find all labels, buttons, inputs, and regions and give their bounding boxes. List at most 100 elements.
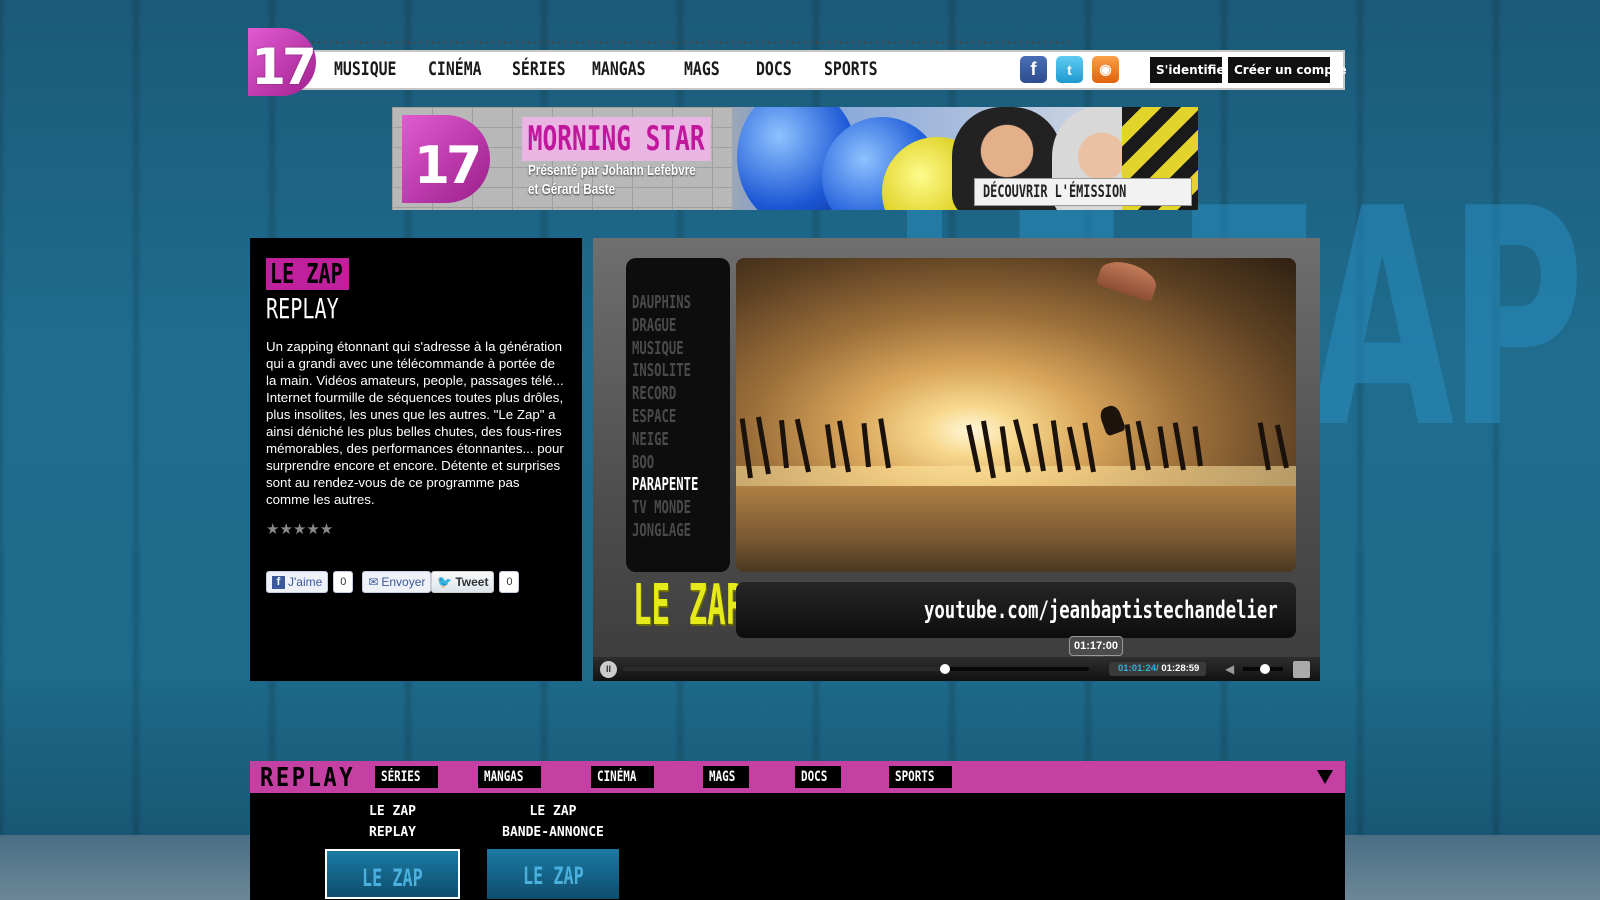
share-buttons: f J'aime 0 ✉ Envoyer 🐦 Tweet 0	[266, 571, 520, 593]
banner-logo: 17	[402, 115, 490, 203]
banner-discover-button[interactable]: DÉCOUVRIR L'ÉMISSION	[974, 178, 1192, 206]
like-count: 0	[333, 571, 354, 593]
nav-item-musique[interactable]: MUSIQUE	[334, 56, 407, 82]
volume-icon[interactable]: ◀	[1225, 662, 1234, 676]
twitter-bird-icon: 🐦	[437, 575, 453, 589]
replay-card-thumbnail: LE ZAP	[487, 849, 619, 899]
replay-tab-label: CINÉMA	[597, 769, 637, 785]
header-dotted-line	[310, 41, 1070, 44]
replay-tab-series[interactable]: SÉRIES	[375, 766, 438, 788]
volume-slider[interactable]	[1243, 664, 1283, 674]
menu-item-parapente[interactable]: PARAPENTE	[632, 474, 699, 497]
menu-item-dauphins[interactable]: DAUPHINS	[632, 292, 699, 315]
seek-tooltip: 01:17:00	[1069, 636, 1124, 661]
banner-title: MORNING STAR	[522, 117, 711, 161]
time-display: 01:01:24/ 01:28:59	[1109, 662, 1206, 676]
menu-item-espace[interactable]: ESPACE	[632, 406, 699, 429]
show-title-text: LE ZAP	[270, 257, 343, 290]
replay-card[interactable]: LE ZAP REPLAY LE ZAP	[325, 801, 460, 899]
video-beach-post	[794, 418, 811, 473]
replay-card-title: LE ZAP	[369, 804, 416, 819]
thumbnail-text: LE ZAP	[522, 862, 584, 890]
seek-bar[interactable]	[623, 664, 1089, 674]
video-sand	[736, 486, 1296, 572]
video-beach-post	[1082, 422, 1096, 473]
nav-item-sports[interactable]: SPORTS	[824, 56, 886, 82]
like-label: J'aime	[288, 575, 323, 589]
menu-item-boo[interactable]: BOO	[632, 452, 699, 475]
menu-item-neige[interactable]: NEIGE	[632, 429, 699, 452]
video-beach-post	[1157, 426, 1169, 469]
menu-item-insolite[interactable]: INSOLITE	[632, 360, 699, 383]
replay-tab-cinema[interactable]: CINÉMA	[591, 766, 654, 788]
replay-card-subtitle: BANDE-ANNONCE	[502, 825, 604, 840]
video-beach-post	[878, 418, 891, 469]
tweet-button[interactable]: 🐦 Tweet	[431, 571, 495, 593]
video-beach-post	[861, 422, 871, 468]
promo-banner[interactable]: 17 MORNING STAR Présenté par Johann Lefe…	[392, 107, 1198, 210]
fullscreen-button[interactable]	[1293, 661, 1310, 678]
video-caption-text: youtube.com/jeanbaptistechandelier	[924, 596, 1278, 624]
video-paraglider	[1095, 258, 1161, 303]
replay-card-thumbnail: LE ZAP	[325, 849, 460, 899]
replay-tab-label: SÉRIES	[381, 769, 421, 785]
facebook-icon: f	[272, 575, 285, 589]
menu-item-musique[interactable]: MUSIQUE	[632, 338, 699, 361]
rss-icon[interactable]: ◉	[1092, 56, 1119, 83]
show-subtitle-text: REPLAY	[266, 292, 339, 325]
send-button[interactable]: ✉ Envoyer	[362, 571, 432, 593]
show-title: LE ZAP	[266, 258, 349, 290]
rating-stars[interactable]: ★★★★★	[266, 520, 566, 538]
replay-card-title: LE ZAP	[529, 804, 577, 819]
current-time: 01:01:24/	[1118, 663, 1159, 674]
facebook-icon[interactable]: f	[1020, 56, 1047, 83]
banner-subtitle: Présenté par Johann Lefebvre et Gérard B…	[528, 161, 696, 199]
banner-cta-label: DÉCOUVRIR L'ÉMISSION	[983, 182, 1127, 202]
signup-button[interactable]: Créer un compte	[1228, 57, 1347, 83]
replay-tab-mangas[interactable]: MANGAS	[478, 766, 541, 788]
replay-tab-label: MANGAS	[484, 769, 524, 785]
video-beach-post	[1013, 418, 1031, 473]
pause-button[interactable]: II	[600, 661, 617, 678]
main-nav: MUSIQUE CINÉMA SÉRIES MANGAS MAGS DOCS S…	[334, 56, 904, 82]
replay-tab-mags[interactable]: MAGS	[703, 766, 749, 788]
replay-card[interactable]: LE ZAP BANDE-ANNONCE LE ZAP	[487, 801, 619, 899]
replay-tab-sports[interactable]: SPORTS	[889, 766, 952, 788]
video-beach-post	[824, 424, 836, 469]
login-button[interactable]: S'identifier	[1150, 57, 1231, 83]
show-info-panel: LE ZAP REPLAY Un zapping étonnant qui s'…	[250, 238, 582, 681]
replay-tab-label: DOCS	[801, 769, 828, 785]
menu-item-tv-monde[interactable]: TV MONDE	[632, 497, 699, 520]
volume-handle[interactable]	[1260, 664, 1270, 674]
video-jumper	[1097, 403, 1127, 437]
speech-bubble-icon: ✉	[368, 575, 379, 589]
show-subtitle: REPLAY	[266, 292, 566, 326]
menu-item-jonglage[interactable]: JONGLAGE	[632, 520, 699, 543]
twitter-icon[interactable]: t	[1056, 56, 1083, 83]
channel-logo[interactable]: 17	[248, 28, 316, 96]
show-logo: LE ZAP	[633, 573, 745, 638]
video-beach-post	[778, 420, 789, 469]
nav-item-cinema[interactable]: CINÉMA	[428, 56, 494, 82]
facebook-like-button[interactable]: f J'aime	[266, 571, 329, 593]
nav-item-mangas[interactable]: MANGAS	[592, 56, 664, 82]
menu-item-record[interactable]: RECORD	[632, 383, 699, 406]
replay-list: LE ZAP REPLAY LE ZAP LE ZAP BANDE-ANNONC…	[250, 793, 1345, 900]
video-frame[interactable]	[736, 258, 1296, 572]
seek-handle[interactable]	[939, 664, 950, 674]
replay-tab-docs[interactable]: DOCS	[795, 766, 841, 788]
video-beach-post	[1032, 423, 1046, 472]
replay-tab-label: SPORTS	[895, 769, 935, 785]
banner-subtitle-line2: et Gérard Baste	[528, 181, 616, 198]
video-beach-post	[837, 420, 851, 473]
video-beach-post	[1274, 424, 1289, 469]
nav-item-series[interactable]: SÉRIES	[512, 56, 574, 82]
video-beach-post	[1050, 420, 1063, 473]
nav-item-mags[interactable]: MAGS	[684, 56, 740, 82]
show-description: Un zapping étonnant qui s'adresse à la g…	[266, 339, 564, 507]
menu-item-drague[interactable]: DRAGUE	[632, 315, 699, 338]
nav-item-docs[interactable]: DOCS	[756, 56, 809, 82]
thumbnail-text: LE ZAP	[362, 864, 423, 892]
replay-bar: REPLAY SÉRIES MANGAS CINÉMA MAGS DOCS SP…	[250, 761, 1345, 793]
collapse-arrow-icon[interactable]	[1317, 770, 1333, 784]
